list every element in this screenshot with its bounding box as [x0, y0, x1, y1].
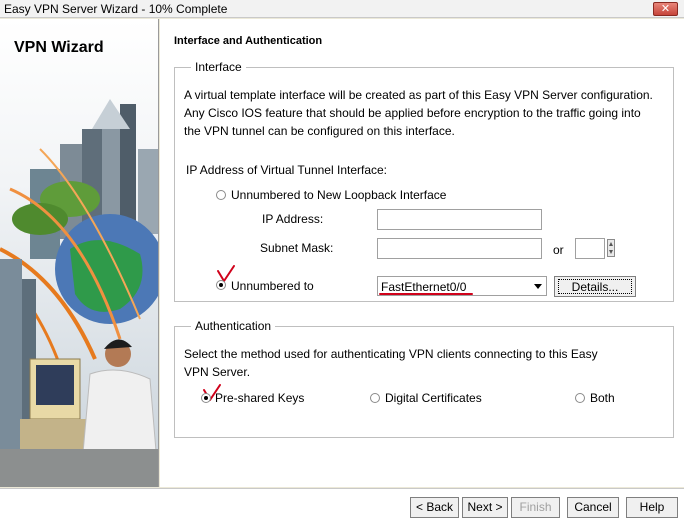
wizard-footer: < Back Next > Finish Cancel Help: [0, 488, 684, 520]
interface-select-value: FastEthernet0/0: [381, 280, 467, 294]
subnet-mask-input[interactable]: [377, 238, 542, 259]
wizard-content: Interface and Authentication Interface A…: [160, 19, 684, 487]
subnet-mask-label: Subnet Mask:: [260, 241, 334, 255]
both-radio[interactable]: [575, 393, 585, 403]
psk-radio[interactable]: [201, 393, 211, 403]
authentication-group: Authentication Select the method used fo…: [174, 319, 674, 438]
help-button[interactable]: Help: [626, 497, 678, 518]
interface-group-legend: Interface: [191, 60, 246, 74]
wizard-side-panel: VPN Wizard: [0, 19, 159, 487]
ip-address-input[interactable]: [377, 209, 542, 230]
interface-description-line-1: A virtual template interface will be cre…: [184, 88, 653, 102]
details-button[interactable]: Details...: [554, 276, 636, 297]
interface-description-line-3: the VPN tunnel can be configured on this…: [184, 124, 455, 138]
annotation-underline: [379, 293, 473, 295]
cancel-button[interactable]: Cancel: [567, 497, 619, 518]
chevron-down-icon[interactable]: [534, 284, 542, 289]
prefix-spinner[interactable]: [607, 239, 615, 257]
window-titlebar: Easy VPN Server Wizard - 10% Complete ✕: [0, 0, 684, 18]
loopback-option-label[interactable]: Unnumbered to New Loopback Interface: [231, 188, 446, 202]
both-option-label[interactable]: Both: [590, 391, 615, 405]
unnumbered-radio[interactable]: [216, 280, 226, 290]
tunnel-ip-label: IP Address of Virtual Tunnel Interface:: [186, 163, 388, 177]
certificates-option-label[interactable]: Digital Certificates: [385, 391, 482, 405]
interface-description-line-2: Any Cisco IOS feature that should be app…: [184, 106, 641, 120]
back-button[interactable]: < Back: [410, 497, 459, 518]
wizard-illustration: [0, 19, 158, 487]
window-title: Easy VPN Server Wizard - 10% Complete: [4, 2, 228, 16]
interface-group: Interface A virtual template interface w…: [174, 60, 674, 302]
prefix-input[interactable]: [575, 238, 605, 259]
auth-description-line-1: Select the method used for authenticatin…: [184, 347, 598, 361]
close-icon[interactable]: ✕: [653, 2, 678, 16]
finish-button[interactable]: Finish: [511, 497, 560, 518]
loopback-radio[interactable]: [216, 190, 226, 200]
or-label: or: [553, 243, 564, 257]
page-title: Interface and Authentication: [174, 35, 323, 47]
wizard-side-title: VPN Wizard: [14, 39, 104, 56]
details-button-label: Details...: [558, 279, 632, 294]
psk-option-label[interactable]: Pre-shared Keys: [215, 391, 304, 405]
ip-address-label: IP Address:: [262, 212, 324, 226]
authentication-group-legend: Authentication: [191, 319, 276, 333]
interface-select[interactable]: FastEthernet0/0: [377, 276, 547, 296]
certificates-radio[interactable]: [370, 393, 380, 403]
unnumbered-option-label[interactable]: Unnumbered to: [231, 279, 314, 293]
next-button[interactable]: Next >: [462, 497, 508, 518]
auth-description-line-2: VPN Server.: [184, 365, 251, 379]
